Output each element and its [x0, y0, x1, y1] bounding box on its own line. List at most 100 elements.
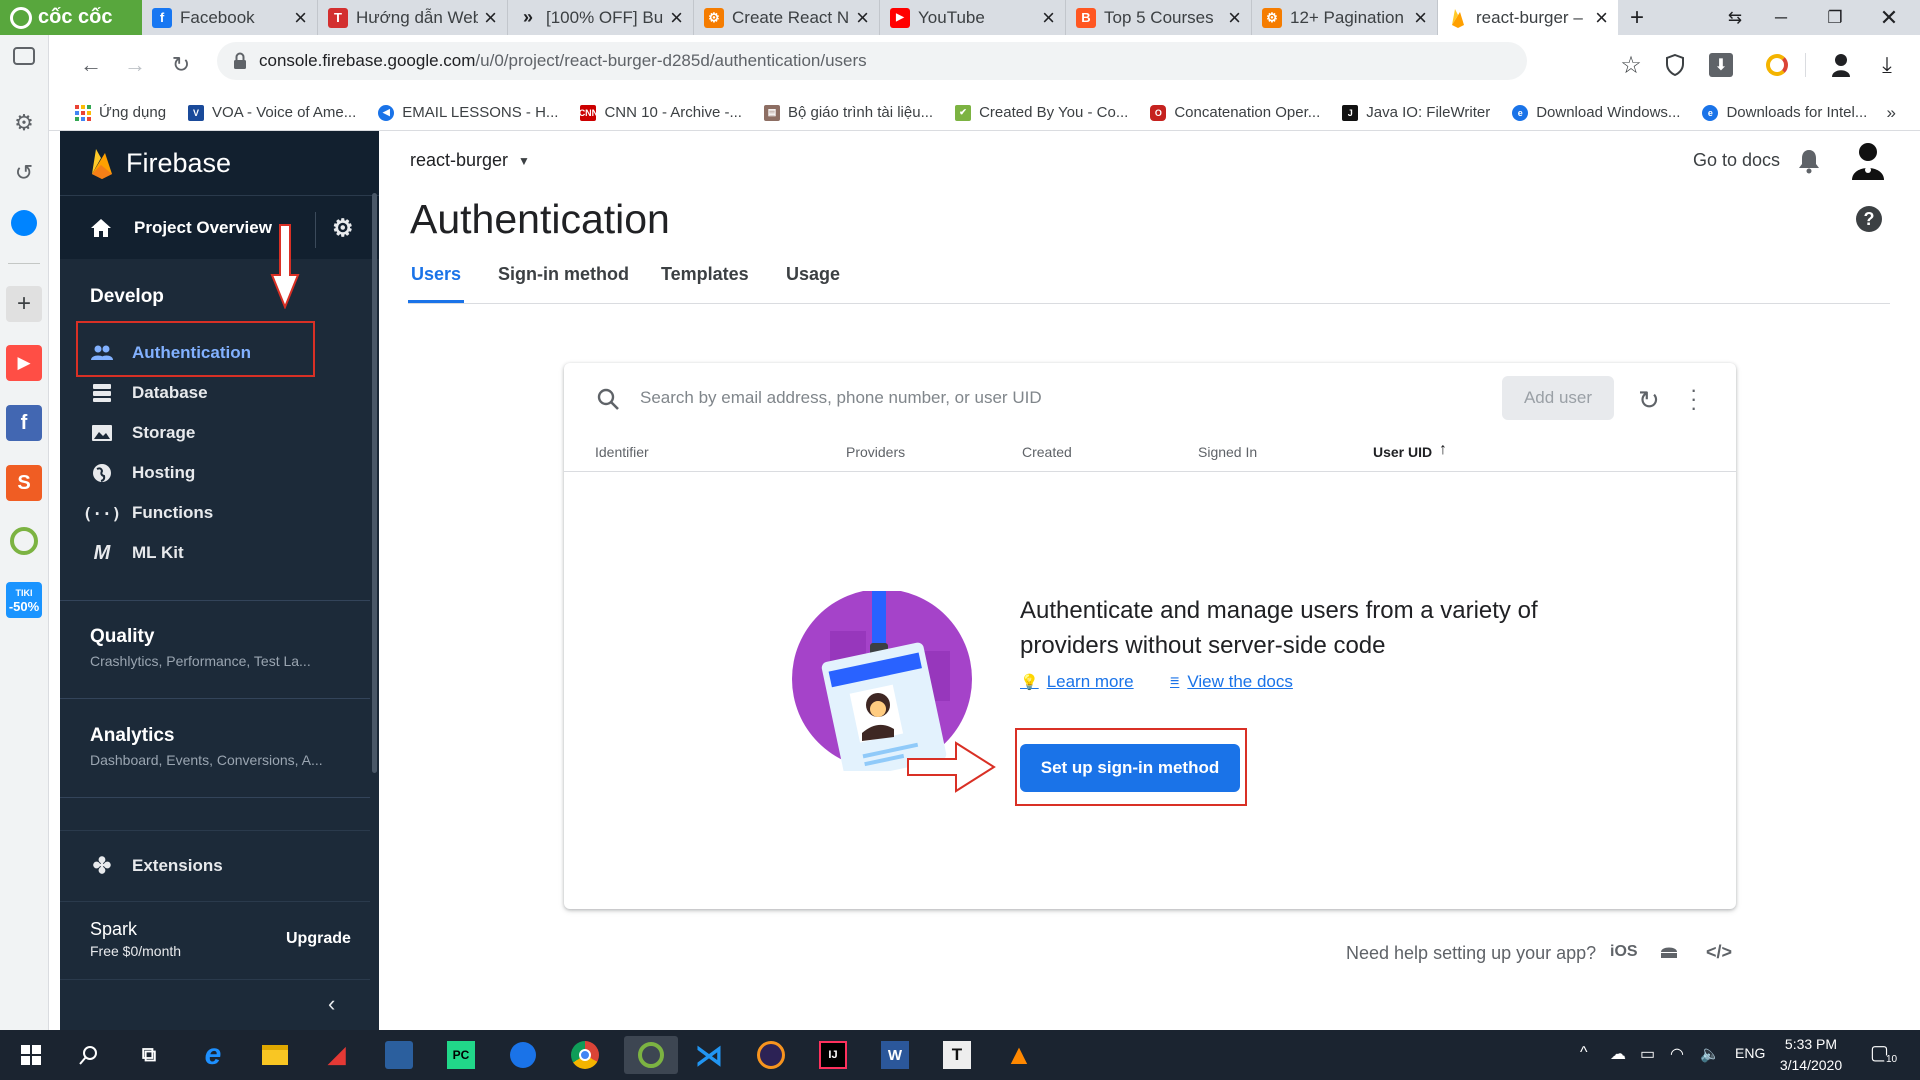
sidebar-item-hosting[interactable]: Hosting: [74, 453, 375, 493]
help-icon[interactable]: ?: [1856, 206, 1882, 232]
android-platform-icon[interactable]: [1660, 941, 1678, 959]
column-identifier[interactable]: Identifier: [595, 444, 649, 460]
tab-users[interactable]: Users: [411, 264, 461, 285]
coccoc-game-icon[interactable]: [6, 523, 42, 559]
sidebar-item-database[interactable]: Database: [74, 373, 375, 413]
collapse-sidebar-icon[interactable]: ‹: [328, 991, 335, 1017]
bookmark-apps[interactable]: Ứng dụng: [75, 104, 166, 121]
bookmark-download-windows[interactable]: e Download Windows...: [1512, 104, 1680, 121]
volume-icon[interactable]: 🔈: [1700, 1044, 1720, 1064]
restore-icon[interactable]: ❐: [1812, 0, 1858, 35]
refresh-icon[interactable]: ↻: [1638, 385, 1660, 416]
project-overview-link[interactable]: Project Overview: [134, 218, 272, 238]
vscode-icon[interactable]: ⋊: [690, 1036, 728, 1074]
onedrive-icon[interactable]: ☁: [1610, 1044, 1626, 1064]
tab-youtube[interactable]: ▶ YouTube ×: [880, 0, 1066, 35]
tab-huong-dan[interactable]: T Hướng dẫn Web ×: [318, 0, 508, 35]
sort-ascending-icon[interactable]: ↑: [1439, 441, 1447, 459]
bookmark-created-by-you[interactable]: ✔ Created By You - Co...: [955, 104, 1128, 121]
pycharm-icon[interactable]: PC: [442, 1036, 480, 1074]
firebase-brand[interactable]: Firebase: [60, 131, 379, 195]
download-extension-icon[interactable]: ⬇: [1705, 49, 1737, 81]
quality-section-title[interactable]: Quality: [90, 626, 154, 648]
view-docs-link[interactable]: ≡ View the docs: [1170, 672, 1293, 692]
pycharm-like-icon[interactable]: [380, 1036, 418, 1074]
tab-usage[interactable]: Usage: [786, 264, 840, 285]
close-tab-icon[interactable]: ×: [670, 6, 683, 29]
bookmark-cnn[interactable]: CNN CNN 10 - Archive -...: [579, 104, 742, 121]
task-view-icon[interactable]: ⧉: [130, 1036, 168, 1074]
bookmark-email-lessons[interactable]: ◀ EMAIL LESSONS - H...: [378, 104, 558, 121]
column-providers[interactable]: Providers: [846, 444, 905, 460]
tab-top-5-courses[interactable]: B Top 5 Courses ×: [1066, 0, 1252, 35]
develop-section-title[interactable]: Develop: [90, 286, 164, 308]
sidebar-scrollbar[interactable]: [372, 193, 377, 773]
windows-start-icon[interactable]: [12, 1036, 50, 1074]
notifications-bell-icon[interactable]: [1798, 148, 1820, 174]
clock[interactable]: 5:33 PM 3/14/2020: [1766, 1034, 1856, 1076]
back-icon[interactable]: ←: [75, 49, 107, 81]
minimize-icon[interactable]: ─: [1758, 0, 1804, 35]
maps-icon[interactable]: [504, 1036, 542, 1074]
add-shortcut-icon[interactable]: +: [6, 286, 42, 322]
address-bar[interactable]: console.firebase.google.com/u/0/project/…: [217, 42, 1527, 80]
battery-icon[interactable]: ▭: [1640, 1044, 1655, 1064]
learn-more-link[interactable]: 💡 Learn more: [1020, 672, 1134, 692]
wifi-icon[interactable]: ◠: [1670, 1044, 1684, 1064]
youtube-shortcut-icon[interactable]: ▶: [6, 345, 42, 381]
coccoc-extension-icon[interactable]: [1761, 49, 1793, 81]
bookmark-java-io[interactable]: J Java IO: FileWriter: [1342, 104, 1490, 121]
tab-create-react[interactable]: ⚙ Create React N ×: [694, 0, 880, 35]
tab-100-off[interactable]: » [100% OFF] Bu ×: [508, 0, 694, 35]
column-created[interactable]: Created: [1022, 444, 1072, 460]
go-to-docs-link[interactable]: Go to docs: [1693, 150, 1780, 171]
close-tab-icon[interactable]: ×: [1595, 6, 1608, 29]
bookmark-star-icon[interactable]: ☆: [1615, 49, 1647, 81]
tab-templates[interactable]: Templates: [661, 264, 749, 285]
facebook-shortcut-icon[interactable]: f: [6, 405, 42, 441]
show-hidden-icons-icon[interactable]: ^: [1580, 1044, 1588, 1062]
shield-icon[interactable]: [1659, 49, 1691, 81]
close-tab-icon[interactable]: ×: [1414, 6, 1427, 29]
sidebar-item-ml-kit[interactable]: M ML Kit: [74, 533, 375, 573]
messenger-icon[interactable]: [6, 205, 42, 241]
bookmark-downloads-intel[interactable]: e Downloads for Intel...: [1702, 104, 1867, 121]
settings-gear-icon[interactable]: ⚙: [332, 214, 354, 243]
browser-menu-button[interactable]: cốc cốc: [0, 0, 142, 35]
chrome-icon[interactable]: [566, 1036, 604, 1074]
bookmark-voa[interactable]: V VOA - Voice of Ame...: [188, 104, 356, 121]
close-tab-icon[interactable]: ×: [1042, 6, 1055, 29]
edge-icon[interactable]: e: [194, 1036, 232, 1074]
bookmark-concatenation[interactable]: O Concatenation Oper...: [1150, 104, 1320, 121]
downloads-icon[interactable]: ⤓: [1871, 49, 1903, 81]
history-icon[interactable]: ↺: [6, 155, 42, 191]
typora-icon[interactable]: T: [938, 1036, 976, 1074]
close-tab-icon[interactable]: ×: [484, 6, 497, 29]
search-input[interactable]: Search by email address, phone number, o…: [640, 388, 1042, 408]
web-code-icon[interactable]: </>: [1706, 942, 1732, 963]
language-indicator[interactable]: ENG: [1735, 1045, 1765, 1061]
settings-icon[interactable]: ⚙: [6, 105, 42, 141]
add-user-button[interactable]: Add user: [1502, 376, 1614, 420]
search-icon[interactable]: [70, 1036, 108, 1074]
action-center-icon[interactable]: ▢ 10: [1870, 1040, 1900, 1070]
upgrade-button[interactable]: Upgrade: [286, 930, 351, 948]
file-explorer-icon[interactable]: [256, 1036, 294, 1074]
profile-icon[interactable]: [1825, 49, 1857, 81]
tab-facebook[interactable]: f Facebook ×: [142, 0, 318, 35]
vlc-icon[interactable]: ▲: [1000, 1036, 1038, 1074]
tab-sign-in-method[interactable]: Sign-in method: [498, 264, 629, 285]
tiki-shortcut-icon[interactable]: TIKI -50%: [6, 582, 42, 618]
forward-icon[interactable]: →: [119, 49, 151, 81]
sidebar-toggle-icon[interactable]: [13, 47, 35, 65]
column-user-uid[interactable]: User UID: [1373, 444, 1432, 460]
sidebar-item-storage[interactable]: Storage: [74, 413, 375, 453]
word-icon[interactable]: W: [876, 1036, 914, 1074]
more-bookmarks-button[interactable]: »: [1887, 103, 1896, 123]
close-tab-icon[interactable]: ×: [856, 6, 869, 29]
sidebar-item-functions[interactable]: (··) Functions: [74, 493, 375, 533]
close-tab-icon[interactable]: ×: [294, 6, 307, 29]
close-tab-icon[interactable]: ×: [1228, 6, 1241, 29]
tab-react-burger[interactable]: react-burger – ×: [1438, 0, 1618, 35]
account-avatar[interactable]: [1850, 140, 1886, 180]
